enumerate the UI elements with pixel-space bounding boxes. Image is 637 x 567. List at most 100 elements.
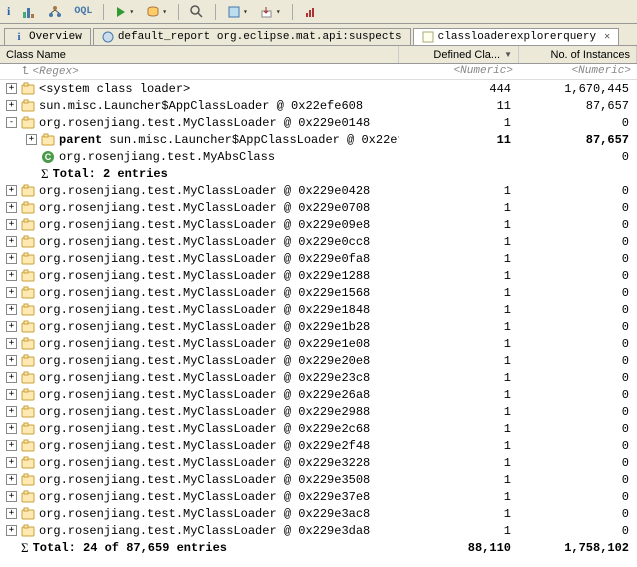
expand-button[interactable]: +: [6, 83, 17, 94]
table-row[interactable]: +org.rosenjiang.test.MyClassLoader @ 0x2…: [0, 522, 637, 539]
table-row[interactable]: +org.rosenjiang.test.MyClassLoader @ 0x2…: [0, 233, 637, 250]
expand-button[interactable]: +: [6, 185, 17, 196]
classloader-icon: [21, 405, 35, 419]
expand-button[interactable]: +: [6, 270, 17, 281]
cell-instances: 0: [519, 524, 637, 538]
expand-placeholder: [6, 542, 17, 553]
table-row[interactable]: +sun.misc.Launcher$AppClassLoader @ 0x22…: [0, 97, 637, 114]
cell-defined-classes: 1: [399, 337, 519, 351]
table-row[interactable]: +org.rosenjiang.test.MyClassLoader @ 0x2…: [0, 386, 637, 403]
table-row[interactable]: +org.rosenjiang.test.MyClassLoader @ 0x2…: [0, 267, 637, 284]
cell-class-name: +org.rosenjiang.test.MyClassLoader @ 0x2…: [0, 269, 399, 283]
cell-instances: 0: [519, 235, 637, 249]
expand-button[interactable]: +: [6, 508, 17, 519]
chart-button[interactable]: [301, 4, 321, 20]
cell-instances: 0: [519, 473, 637, 487]
row-label: org.rosenjiang.test.MyClassLoader @ 0x22…: [39, 371, 370, 385]
table-row[interactable]: + org.rosenjiang.test.MyClassLoader @ 0x2…: [0, 369, 637, 386]
expand-button[interactable]: +: [6, 355, 17, 366]
table-row[interactable]: +org.rosenjiang.test.MyClassLoader @ 0x2…: [0, 182, 637, 199]
row-label: parent sun.misc.Launcher$AppClassLoader …: [59, 133, 399, 147]
expand-button[interactable]: +: [26, 134, 37, 145]
cell-defined-classes: 1: [399, 524, 519, 538]
cell-instances: 0: [519, 337, 637, 351]
cell-class-name: +org.rosenjiang.test.MyClassLoader @ 0x2…: [0, 422, 399, 436]
expand-button[interactable]: +: [6, 202, 17, 213]
tree-button[interactable]: [45, 4, 65, 20]
table-row[interactable]: +org.rosenjiang.test.MyClassLoader @ 0x2…: [0, 488, 637, 505]
table-row[interactable]: +<system class loader>4441,670,445: [0, 80, 637, 97]
toolbar-separator: [103, 4, 104, 20]
expand-button[interactable]: +: [6, 338, 17, 349]
expand-button[interactable]: +: [6, 423, 17, 434]
expand-button[interactable]: +: [6, 440, 17, 451]
expand-button[interactable]: +: [6, 321, 17, 332]
filter-name[interactable]: ⮤ <Regex>: [0, 64, 399, 79]
table-row[interactable]: +org.rosenjiang.test.MyClassLoader @ 0x2…: [0, 505, 637, 522]
table-row[interactable]: ΣTotal: 24 of 87,659 entries88,1101,758,…: [0, 539, 637, 556]
table-row[interactable]: +org.rosenjiang.test.MyClassLoader @ 0x2…: [0, 318, 637, 335]
expand-button[interactable]: +: [6, 287, 17, 298]
table-row[interactable]: +org.rosenjiang.test.MyClassLoader @ 0x2…: [0, 403, 637, 420]
histogram-button[interactable]: [19, 4, 39, 20]
table-row[interactable]: +org.rosenjiang.test.MyClassLoader @ 0x2…: [0, 471, 637, 488]
tab-label: classloaderexplorerquery: [438, 31, 596, 43]
tree-body[interactable]: +<system class loader>4441,670,445+sun.m…: [0, 80, 637, 567]
expand-button[interactable]: +: [6, 372, 17, 383]
tab-default-report[interactable]: default_report org.eclipse.mat.api:suspe…: [93, 28, 411, 45]
run-button[interactable]: ▾: [112, 5, 137, 19]
expand-button[interactable]: +: [6, 389, 17, 400]
expand-button[interactable]: +: [6, 236, 17, 247]
cell-instances: 0: [519, 218, 637, 232]
table-row[interactable]: Corg.rosenjiang.test.MyAbsClass0: [0, 148, 637, 165]
table-row[interactable]: +org.rosenjiang.test.MyClassLoader @ 0x2…: [0, 454, 637, 471]
table-row[interactable]: +org.rosenjiang.test.MyClassLoader @ 0x2…: [0, 284, 637, 301]
calc-button[interactable]: ▾: [224, 4, 251, 20]
info-button[interactable]: i: [4, 3, 13, 20]
expand-button[interactable]: +: [6, 525, 17, 536]
oql-button[interactable]: OQL: [71, 5, 95, 18]
expand-button[interactable]: +: [6, 474, 17, 485]
filter-defined[interactable]: <Numeric>: [399, 64, 519, 79]
cell-defined-classes: 1: [399, 201, 519, 215]
table-row[interactable]: +org.rosenjiang.test.MyClassLoader @ 0x2…: [0, 199, 637, 216]
expand-button[interactable]: +: [6, 406, 17, 417]
export-button[interactable]: ▾: [257, 4, 284, 20]
table-row[interactable]: +org.rosenjiang.test.MyClassLoader @ 0x2…: [0, 352, 637, 369]
classloader-icon: [21, 354, 35, 368]
expand-button[interactable]: +: [6, 304, 17, 315]
cell-instances: 0: [519, 116, 637, 130]
table-row[interactable]: +org.rosenjiang.test.MyClassLoader @ 0x2…: [0, 420, 637, 437]
cell-class-name: +org.rosenjiang.test.MyClassLoader @ 0x2…: [0, 354, 399, 368]
table-row[interactable]: ΣTotal: 2 entries: [0, 165, 637, 182]
table-row[interactable]: +org.rosenjiang.test.MyClassLoader @ 0x2…: [0, 250, 637, 267]
row-label: org.rosenjiang.test.MyClassLoader @ 0x22…: [39, 303, 370, 317]
cell-defined-classes: 1: [399, 303, 519, 317]
tab-classloader-query[interactable]: classloaderexplorerquery ✕: [413, 28, 619, 45]
table-row[interactable]: +org.rosenjiang.test.MyClassLoader @ 0x2…: [0, 216, 637, 233]
classloader-icon: [21, 473, 35, 487]
tab-close-button[interactable]: ✕: [604, 31, 610, 43]
cell-instances: 0: [519, 388, 637, 402]
table-row[interactable]: + parent sun.misc.Launcher$AppClassLoader…: [0, 131, 637, 148]
table-row[interactable]: + org.rosenjiang.test.MyClassLoader @ 0x2…: [0, 301, 637, 318]
expand-button[interactable]: +: [6, 491, 17, 502]
cell-defined-classes: 1: [399, 439, 519, 453]
info-icon: i: [13, 31, 25, 43]
expand-button[interactable]: +: [6, 457, 17, 468]
expand-button[interactable]: +: [6, 219, 17, 230]
col-header-name[interactable]: Class Name: [0, 46, 399, 63]
col-header-instances[interactable]: No. of Instances: [519, 46, 637, 63]
col-header-defined[interactable]: Defined Cla... ▼: [399, 46, 519, 63]
filter-instances[interactable]: <Numeric>: [519, 64, 637, 79]
table-row[interactable]: -org.rosenjiang.test.MyClassLoader @ 0x2…: [0, 114, 637, 131]
expand-button[interactable]: +: [6, 100, 17, 111]
tab-overview[interactable]: i Overview: [4, 28, 91, 45]
expand-button[interactable]: +: [6, 253, 17, 264]
table-row[interactable]: +org.rosenjiang.test.MyClassLoader @ 0x2…: [0, 335, 637, 352]
cell-defined-classes: 1: [399, 371, 519, 385]
table-row[interactable]: +org.rosenjiang.test.MyClassLoader @ 0x2…: [0, 437, 637, 454]
search-button[interactable]: [187, 4, 207, 20]
db-button[interactable]: ▾: [143, 4, 170, 20]
collapse-button[interactable]: -: [6, 117, 17, 128]
